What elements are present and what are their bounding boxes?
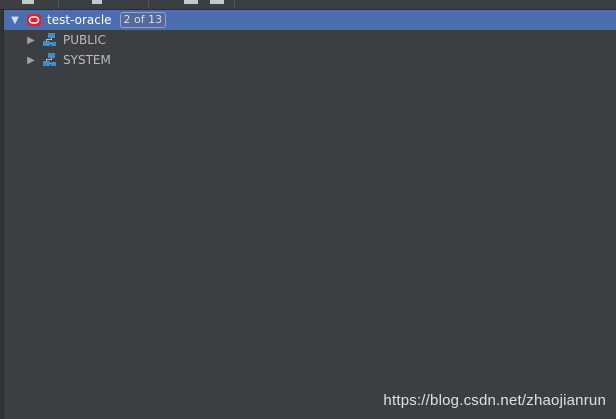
database-explorer-panel: ▼ test-oracle 2 of 13 ▶ PUBLIC ▶ SYSTEM … xyxy=(0,0,616,419)
watermark-url: https://blog.csdn.net/zhaojianrun xyxy=(383,392,606,409)
tree-node-test-oracle[interactable]: ▼ test-oracle 2 of 13 xyxy=(4,10,616,30)
toolbar-separator xyxy=(58,0,59,8)
left-gutter xyxy=(0,10,4,419)
expand-arrow-down-icon[interactable]: ▼ xyxy=(8,10,22,30)
toolbar-separator xyxy=(148,0,149,8)
toolbar-icon-3[interactable] xyxy=(184,0,198,4)
toolbar-icon-4[interactable] xyxy=(210,0,224,4)
schema-icon xyxy=(42,52,58,68)
toolbar-icon-1[interactable] xyxy=(22,0,34,4)
oracle-icon xyxy=(26,12,42,28)
database-tree: ▼ test-oracle 2 of 13 ▶ PUBLIC ▶ SYSTEM xyxy=(4,10,616,70)
count-badge: 2 of 13 xyxy=(119,12,167,28)
tree-node-label: test-oracle xyxy=(47,13,112,27)
tree-node-label: PUBLIC xyxy=(63,33,106,47)
tree-node-label: SYSTEM xyxy=(63,53,111,67)
schema-icon xyxy=(42,32,58,48)
expand-arrow-right-icon[interactable]: ▶ xyxy=(24,30,38,50)
tree-node-public[interactable]: ▶ PUBLIC xyxy=(4,30,616,50)
expand-arrow-right-icon[interactable]: ▶ xyxy=(24,50,38,70)
toolbar-icon-2[interactable] xyxy=(92,0,102,4)
toolbar-separator xyxy=(234,0,235,8)
toolbar xyxy=(0,0,616,10)
tree-node-system[interactable]: ▶ SYSTEM xyxy=(4,50,616,70)
